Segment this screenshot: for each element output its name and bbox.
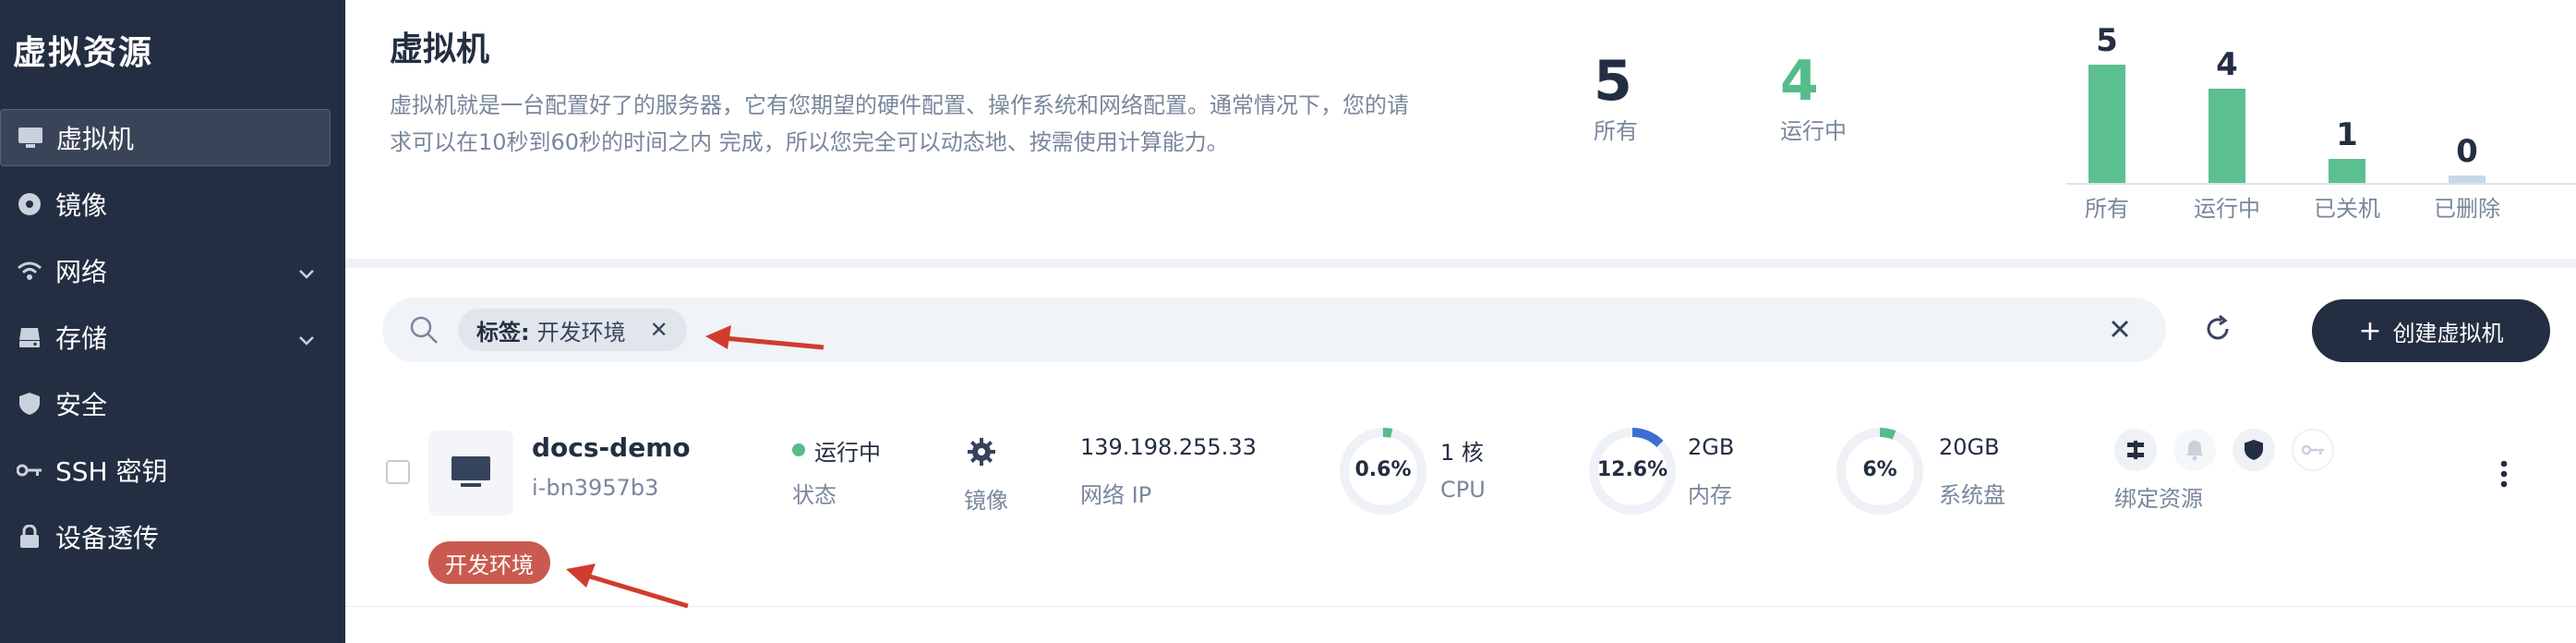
chart-bar-value: 0 <box>2456 133 2478 170</box>
chart-category-label: 已删除 <box>2434 196 2500 222</box>
vm-status-label: 状态 <box>792 482 837 508</box>
plus-icon: + <box>2358 314 2382 347</box>
key-icon[interactable] <box>2292 429 2334 471</box>
lock-icon <box>15 522 44 552</box>
vm-ip: 139.198.255.33 <box>1080 434 1257 460</box>
vm-list: docs-demo i-bn3957b3 运行中 状态 镜像 139.198.2… <box>345 382 2576 643</box>
cpu-value: 1 核 <box>1440 440 1484 466</box>
image-os-icon <box>966 436 997 471</box>
chart-bar-value: 1 <box>2336 116 2358 153</box>
row-divider <box>345 606 2576 607</box>
vm-tag-badge[interactable]: 开发环境 <box>428 541 550 584</box>
sidebar-item-passthrough[interactable]: 设备透传 <box>0 508 331 565</box>
shield-icon <box>15 389 44 419</box>
status-running-dot <box>792 443 805 456</box>
sidebar-item-network[interactable]: 网络 <box>0 242 331 299</box>
chevron-down-icon[interactable] <box>297 259 316 289</box>
create-vm-label: 创建虚拟机 <box>2392 320 2504 346</box>
chart-category-label: 已关机 <box>2314 196 2380 222</box>
chevron-down-icon[interactable] <box>297 325 316 356</box>
chart-bar <box>2449 176 2486 183</box>
filter-tag-key: 标签: <box>476 319 530 346</box>
sidebar: 虚拟资源 虚拟机 镜像 网络 存储 安全 SSH 密钥 设备透传 <box>0 0 345 643</box>
page-title: 虚拟机 <box>390 30 490 68</box>
shield-icon[interactable] <box>2233 429 2275 471</box>
sidebar-title: 虚拟资源 <box>13 34 154 72</box>
chart-category-label: 所有 <box>2085 196 2129 222</box>
cpu-usage-value: 0.6% <box>1354 458 1412 481</box>
vm-ip-label: 网络 IP <box>1080 482 1152 508</box>
vm-image-label: 镜像 <box>964 488 1008 514</box>
stat-all-label: 所有 <box>1594 118 1638 144</box>
vm-name-link[interactable]: docs-demo <box>532 432 691 463</box>
hard-drive-icon <box>15 322 44 352</box>
stat-running-count: 4 <box>1780 49 1819 114</box>
memory-usage-value: 12.6% <box>1596 458 1668 481</box>
hardware-icon[interactable] <box>2114 429 2157 471</box>
chart-bar-value: 5 <box>2096 22 2118 59</box>
more-options-icon[interactable] <box>2500 460 2508 491</box>
clear-search-icon[interactable] <box>2107 316 2133 346</box>
cpu-label: CPU <box>1440 477 1486 503</box>
disc-icon <box>15 189 44 219</box>
chart-baseline <box>2066 183 2576 185</box>
memory-value: 2GB <box>1688 434 1735 460</box>
sidebar-item-label: 安全 <box>55 390 108 420</box>
vm-status: 运行中 <box>814 440 881 466</box>
sidebar-item-label: 设备透传 <box>55 523 160 553</box>
chart-category-label: 运行中 <box>2194 196 2260 222</box>
create-vm-button[interactable]: + 创建虚拟机 <box>2312 299 2550 362</box>
wifi-icon <box>15 256 44 285</box>
disk-label: 系统盘 <box>1939 482 2005 508</box>
page-description: 虚拟机就是一台配置好了的服务器，它有您期望的硬件配置、操作系统和网络配置。通常情… <box>390 92 1409 155</box>
refresh-icon[interactable] <box>2203 314 2233 347</box>
search-bar[interactable]: 标签: 开发环境 ✕ <box>382 297 2166 362</box>
vm-id: i-bn3957b3 <box>532 475 659 501</box>
sidebar-item-ssh-key[interactable]: SSH 密钥 <box>0 442 331 499</box>
search-icon <box>408 314 439 349</box>
chart-bar <box>2329 159 2365 183</box>
chart-bar <box>2088 65 2125 183</box>
stat-all-count: 5 <box>1594 49 1632 114</box>
vm-type-icon-box <box>428 431 513 516</box>
chart-bar-value: 4 <box>2216 46 2238 83</box>
sidebar-item-vm[interactable]: 虚拟机 <box>0 109 331 166</box>
disk-usage-value: 6% <box>1862 458 1897 481</box>
sidebar-item-label: 镜像 <box>55 190 108 221</box>
sidebar-item-label: 存储 <box>55 323 108 354</box>
disk-value: 20GB <box>1939 434 2000 460</box>
chart-bar <box>2209 89 2245 183</box>
sidebar-item-label: 虚拟机 <box>56 124 135 154</box>
sidebar-item-security[interactable]: 安全 <box>0 375 331 432</box>
monitor-icon <box>16 123 45 152</box>
memory-label: 内存 <box>1688 482 1732 508</box>
monitor-icon <box>450 453 492 493</box>
remove-filter-icon[interactable]: ✕ <box>650 317 668 343</box>
sidebar-item-label: SSH 密钥 <box>55 456 168 487</box>
bind-resources-label: 绑定资源 <box>2114 486 2203 512</box>
overview-banner: 虚拟机 虚拟机就是一台配置好了的服务器，它有您期望的硬件配置、操作系统和网络配置… <box>345 0 2576 259</box>
sidebar-item-image[interactable]: 镜像 <box>0 176 331 233</box>
sidebar-item-label: 网络 <box>55 257 108 287</box>
sidebar-item-storage[interactable]: 存储 <box>0 309 331 366</box>
filter-tag[interactable]: 标签: 开发环境 ✕ <box>458 309 687 351</box>
filter-tag-value: 开发环境 <box>536 319 626 346</box>
stat-running-label: 运行中 <box>1780 118 1847 144</box>
row-checkbox[interactable] <box>386 460 410 484</box>
key-icon <box>15 455 44 485</box>
toolbar: 标签: 开发环境 ✕ + 创建虚拟机 <box>345 268 2576 382</box>
bell-icon[interactable] <box>2173 429 2216 471</box>
